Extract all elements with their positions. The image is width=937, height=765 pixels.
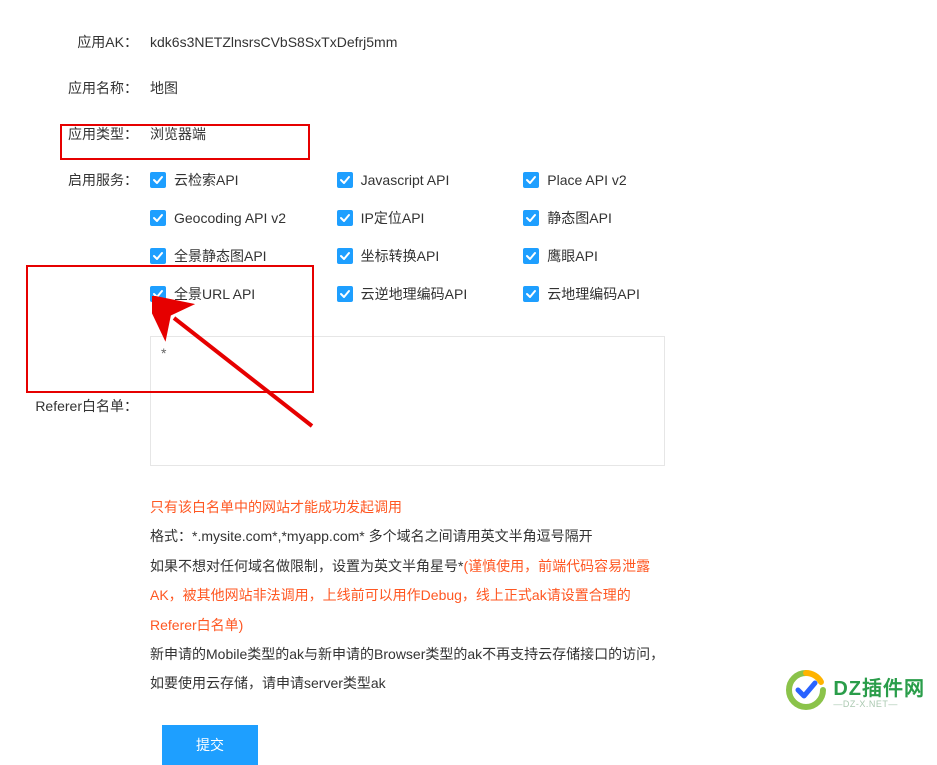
service-label: IP定位API xyxy=(361,204,425,232)
service-item-3[interactable]: Geocoding API v2 xyxy=(150,204,337,232)
submit-button[interactable]: 提交 xyxy=(162,725,258,765)
note-1: 只有该白名单中的网站才能成功发起调用 xyxy=(150,493,665,522)
service-label: Place API v2 xyxy=(547,166,626,194)
service-item-8[interactable]: 鹰眼API xyxy=(523,242,710,270)
checkbox-icon[interactable] xyxy=(337,210,353,226)
service-item-10[interactable]: 云逆地理编码API xyxy=(337,280,524,308)
service-item-6[interactable]: 全景静态图API xyxy=(150,242,337,270)
label-whitelist: Referer白名单： xyxy=(30,392,150,420)
service-label: 云地理编码API xyxy=(547,280,640,308)
label-type: 应用类型： xyxy=(30,120,150,148)
checkbox-icon[interactable] xyxy=(523,172,539,188)
service-item-11[interactable]: 云地理编码API xyxy=(523,280,710,308)
note-4: 新申请的Mobile类型的ak与新申请的Browser类型的ak不再支持云存储接… xyxy=(150,640,665,699)
service-label: 静态图API xyxy=(547,204,612,232)
service-label: 坐标转换API xyxy=(361,242,440,270)
label-name: 应用名称： xyxy=(30,74,150,102)
service-label: 全景静态图API xyxy=(174,242,267,270)
checkbox-icon[interactable] xyxy=(337,172,353,188)
checkbox-icon[interactable] xyxy=(150,210,166,226)
label-services: 启用服务： xyxy=(30,166,150,194)
checkbox-icon[interactable] xyxy=(523,286,539,302)
service-item-4[interactable]: IP定位API xyxy=(337,204,524,232)
watermark-title: DZ插件网 xyxy=(833,672,925,701)
checkbox-icon[interactable] xyxy=(150,286,166,302)
service-label: 云检索API xyxy=(174,166,239,194)
service-label: Javascript API xyxy=(361,166,450,194)
checkbox-icon[interactable] xyxy=(523,248,539,264)
value-name: 地图 xyxy=(150,74,907,102)
watermark: DZ插件网 —DZ-X.NET— xyxy=(785,669,925,711)
service-label: Geocoding API v2 xyxy=(174,204,286,232)
service-label: 云逆地理编码API xyxy=(361,280,468,308)
value-type: 浏览器端 xyxy=(150,120,907,148)
checkbox-icon[interactable] xyxy=(150,248,166,264)
note-3a: 如果不想对任何域名做限制，设置为英文半角星号* xyxy=(150,558,463,574)
label-ak: 应用AK： xyxy=(30,28,150,56)
service-item-2[interactable]: Place API v2 xyxy=(523,166,710,194)
watermark-sub: —DZ-X.NET— xyxy=(833,699,925,709)
value-ak: kdk6s3NETZlnsrsCVbS8SxTxDefrj5mm xyxy=(150,28,907,56)
whitelist-input[interactable] xyxy=(150,336,665,466)
service-item-7[interactable]: 坐标转换API xyxy=(337,242,524,270)
watermark-logo-icon xyxy=(785,669,827,711)
service-item-0[interactable]: 云检索API xyxy=(150,166,337,194)
service-item-9[interactable]: 全景URL API xyxy=(150,280,337,308)
note-2: 格式：*.mysite.com*,*myapp.com* 多个域名之间请用英文半… xyxy=(150,522,665,551)
checkbox-icon[interactable] xyxy=(523,210,539,226)
checkbox-icon[interactable] xyxy=(337,286,353,302)
checkbox-icon[interactable] xyxy=(337,248,353,264)
checkbox-icon[interactable] xyxy=(150,172,166,188)
service-item-5[interactable]: 静态图API xyxy=(523,204,710,232)
service-label: 全景URL API xyxy=(174,280,255,308)
service-label: 鹰眼API xyxy=(547,242,598,270)
service-item-1[interactable]: Javascript API xyxy=(337,166,524,194)
